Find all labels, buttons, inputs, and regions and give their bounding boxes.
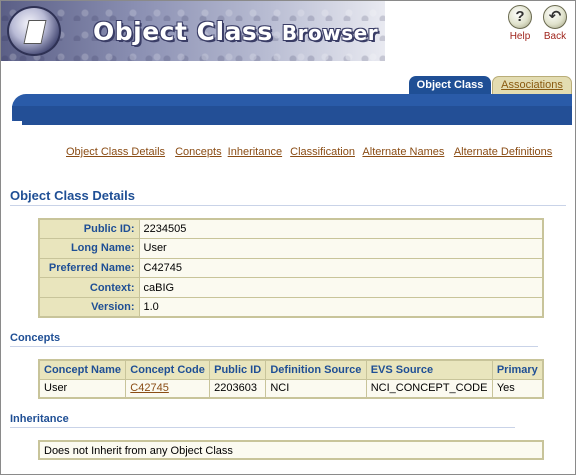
version-value: 1.0 [138, 296, 544, 318]
primary-cell: Yes [491, 378, 544, 399]
back-button[interactable]: ↶ Back [538, 5, 572, 42]
concept-code-cell: C42745 [125, 378, 211, 399]
app-logo-icon [7, 6, 61, 56]
inheritance-text: Does not Inherit from any Object Class [38, 440, 544, 460]
concept-name-cell: User [38, 378, 127, 399]
link-concepts[interactable]: Concepts [175, 146, 221, 158]
link-object-class-details[interactable]: Object Class Details [66, 146, 165, 158]
col-primary: Primary [491, 359, 544, 380]
concepts-table: Concept Name Concept Code Public ID Defi… [38, 359, 544, 399]
back-icon: ↶ [543, 5, 567, 29]
long-name-label: Long Name: [38, 238, 140, 259]
context-value: caBIG [138, 277, 544, 298]
inheritance-heading: Inheritance [10, 413, 69, 425]
long-name-value: User [138, 238, 544, 259]
tab-object-class[interactable]: Object Class [409, 76, 491, 95]
table-row: Context: caBIG [38, 277, 544, 298]
table-row: Version: 1.0 [38, 296, 544, 318]
concept-code-link[interactable]: C42745 [130, 382, 169, 394]
tab-bar [12, 94, 572, 125]
tab-associations[interactable]: Associations [492, 76, 572, 95]
concepts-divider [10, 346, 538, 347]
app-title: Object Class Browser [93, 17, 378, 46]
help-icon: ? [508, 5, 532, 29]
inheritance-divider [10, 427, 515, 428]
public-id-cell: 2203603 [209, 378, 267, 399]
help-label: Help [509, 31, 531, 42]
table-row: Preferred Name: C42745 [38, 257, 544, 279]
table-row: Long Name: User [38, 238, 544, 259]
app-title-sub: Browser [281, 21, 379, 45]
col-evs-source: EVS Source [365, 359, 493, 380]
help-button[interactable]: ? Help [503, 5, 537, 42]
tab-bar-corner [12, 121, 22, 131]
details-divider [10, 205, 566, 206]
section-links: Object Class Details Concepts Inheritanc… [66, 146, 559, 158]
app-title-main: Object Class [93, 17, 273, 46]
col-concept-name: Concept Name [38, 359, 127, 380]
evs-source-cell: NCI_CONCEPT_CODE [365, 378, 493, 399]
version-label: Version: [38, 296, 140, 318]
public-id-label: Public ID: [38, 218, 140, 240]
table-header-row: Concept Name Concept Code Public ID Defi… [38, 359, 544, 380]
preferred-name-label: Preferred Name: [38, 257, 140, 279]
link-alternate-definitions[interactable]: Alternate Definitions [454, 146, 552, 158]
link-inheritance[interactable]: Inheritance [228, 146, 282, 158]
details-table: Public ID: 2234505 Long Name: User Prefe… [38, 218, 544, 318]
col-public-id: Public ID [209, 359, 267, 380]
table-row: Public ID: 2234505 [38, 218, 544, 240]
back-label: Back [543, 31, 567, 42]
banner: Object Class Browser [1, 1, 385, 61]
col-definition-source: Definition Source [265, 359, 367, 380]
definition-source-cell: NCI [265, 378, 367, 399]
concepts-heading: Concepts [10, 332, 61, 344]
details-heading: Object Class Details [10, 188, 135, 203]
link-classification[interactable]: Classification [290, 146, 355, 158]
table-row: User C42745 2203603 NCI NCI_CONCEPT_CODE… [38, 378, 544, 399]
context-label: Context: [38, 277, 140, 298]
preferred-name-value: C42745 [138, 257, 544, 279]
link-alternate-names[interactable]: Alternate Names [362, 146, 444, 158]
public-id-value: 2234505 [138, 218, 544, 240]
col-concept-code: Concept Code [125, 359, 211, 380]
